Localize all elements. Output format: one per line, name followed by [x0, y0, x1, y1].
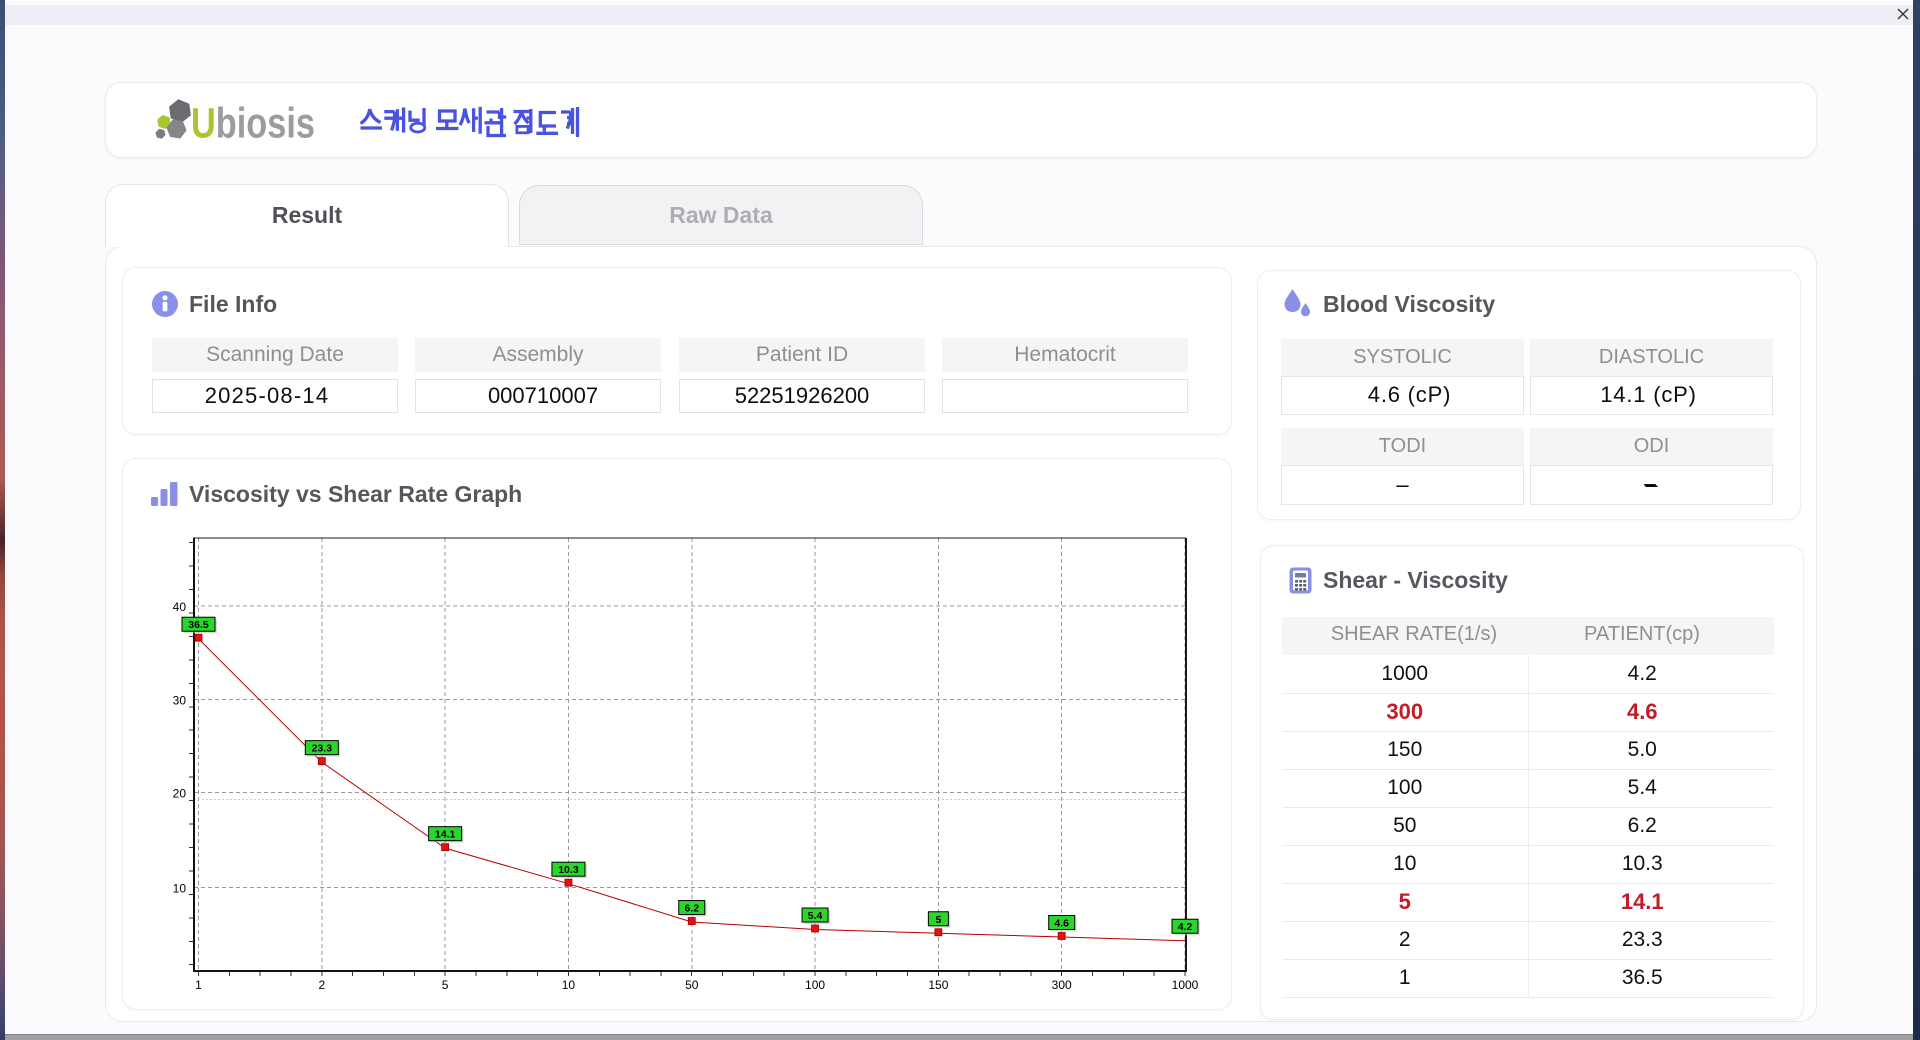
svg-text:10: 10 — [562, 978, 576, 992]
svg-text:5: 5 — [442, 978, 449, 992]
svg-text:10.3: 10.3 — [558, 864, 579, 876]
svg-text:1000: 1000 — [1172, 978, 1199, 992]
svg-text:6.2: 6.2 — [684, 903, 699, 915]
svg-text:4.6: 4.6 — [1054, 917, 1069, 929]
svg-text:36.5: 36.5 — [188, 619, 209, 631]
svg-text:5: 5 — [935, 914, 941, 926]
svg-text:2: 2 — [318, 978, 325, 992]
svg-text:40: 40 — [173, 600, 187, 614]
svg-text:23.3: 23.3 — [312, 743, 333, 755]
svg-text:30: 30 — [173, 694, 187, 708]
svg-text:14.1: 14.1 — [435, 829, 456, 841]
svg-text:150: 150 — [928, 978, 948, 992]
svg-text:100: 100 — [805, 978, 825, 992]
svg-text:10: 10 — [173, 882, 187, 896]
svg-text:Ubiosis: Ubiosis — [191, 101, 315, 148]
svg-text:20: 20 — [173, 787, 187, 801]
svg-text:1: 1 — [195, 978, 202, 992]
svg-text:4.2: 4.2 — [1178, 921, 1193, 933]
svg-text:50: 50 — [685, 978, 699, 992]
svg-text:300: 300 — [1052, 978, 1072, 992]
svg-text:5.4: 5.4 — [808, 910, 823, 922]
